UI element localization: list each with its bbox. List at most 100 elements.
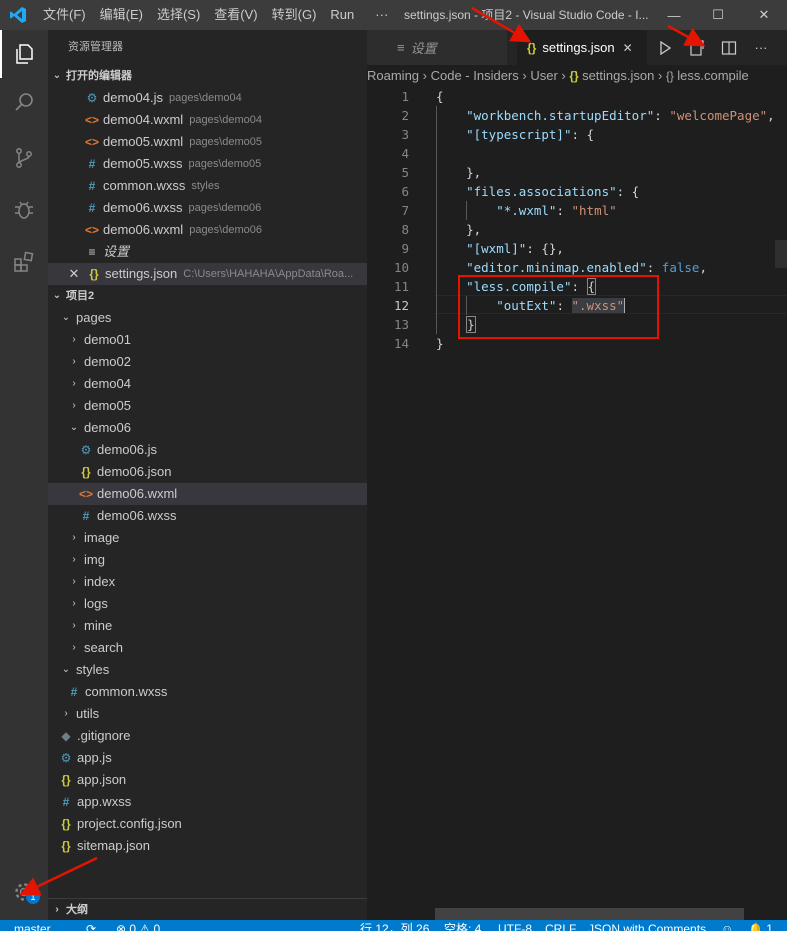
tree-folder[interactable]: › img [48, 549, 367, 571]
project-label: 项目2 [66, 290, 95, 302]
eol-status[interactable]: CRLF [545, 923, 576, 931]
breadcrumb-item[interactable]: less.compile [677, 68, 749, 83]
code-editor[interactable]: 1 2 3 4 5 6 7 8 9 10 11 12 13 14 { "workbench.startup… [367, 86, 787, 920]
tree-item-label: index [84, 574, 116, 589]
tree-file[interactable]: ⚙ app.js [48, 747, 367, 769]
open-settings-ui-icon[interactable] [681, 30, 713, 65]
tree-folder[interactable]: ⌄ pages [48, 307, 367, 329]
open-editors-header[interactable]: ⌄ 打开的编辑器 [48, 65, 367, 87]
open-editor-item[interactable]: <> demo06.wxml pages\demo06 [48, 219, 367, 241]
open-editor-item[interactable]: ≡ 设置 [48, 241, 367, 263]
tree-folder[interactable]: › index [48, 571, 367, 593]
tree-item-label: app.json [77, 772, 127, 787]
tree-folder[interactable]: › demo04 [48, 373, 367, 395]
tree-folder[interactable]: › logs [48, 593, 367, 615]
debug-icon[interactable] [0, 186, 48, 234]
menu-run[interactable]: Run [323, 0, 361, 30]
css-file-icon: # [62, 795, 70, 809]
sidebar-title: 资源管理器 [68, 41, 123, 53]
source-control-icon[interactable] [0, 134, 48, 182]
project-header[interactable]: ⌄ 项目2 [48, 285, 367, 307]
manage-gear-icon[interactable]: 1 [0, 868, 48, 916]
open-editor-item[interactable]: <> demo04.wxml pages\demo04 [48, 109, 367, 131]
breadcrumb-item[interactable]: Code - Insiders [431, 68, 519, 83]
close-tab-icon[interactable]: ✕ [623, 41, 633, 55]
tree-folder[interactable]: ⌄ styles [48, 659, 367, 681]
tree-folder[interactable]: › utils [48, 703, 367, 725]
tree-file[interactable]: # common.wxss [48, 681, 367, 703]
menu-file[interactable]: 文件(F) [36, 0, 93, 30]
tree-file[interactable]: {} sitemap.json [48, 835, 367, 857]
tree-file[interactable]: {} project.config.json [48, 813, 367, 835]
tree-file[interactable]: {} app.json [48, 769, 367, 791]
open-editor-item[interactable]: # common.wxss styles [48, 175, 367, 197]
menu-view[interactable]: 查看(V) [207, 0, 264, 30]
tab-settings-json[interactable]: {} settings.json ✕ [517, 30, 647, 65]
maximize-button[interactable]: ☐ [695, 0, 741, 30]
tree-item-label: common.wxss [85, 684, 168, 699]
tree-file[interactable]: {} demo06.json [48, 461, 367, 483]
indent-guide [466, 201, 467, 220]
indentation-status[interactable]: 空格: 4 [444, 923, 481, 931]
tree-item-label: demo06.wxss [97, 508, 177, 523]
breadcrumb-item[interactable]: User [530, 68, 557, 83]
activity-bar: 1 [0, 30, 48, 920]
window-title: settings.json - 项目2 - Visual Studio Code… [404, 8, 649, 22]
json-file-icon: {} [569, 69, 583, 83]
breadcrumb-item[interactable]: settings.json [582, 68, 654, 83]
split-editor-icon[interactable] [713, 30, 745, 65]
encoding-status[interactable]: UTF-8 [498, 923, 532, 931]
sync-icon[interactable]: ⟳ [86, 923, 96, 931]
menu-edit[interactable]: 编辑(E) [93, 0, 150, 30]
open-editor-item[interactable]: # demo06.wxss pages\demo06 [48, 197, 367, 219]
horizontal-scrollbar[interactable] [435, 908, 744, 920]
overview-ruler-mark [775, 240, 787, 268]
code-line: } [436, 336, 444, 351]
tree-item-label: mine [84, 618, 113, 633]
open-editor-path: pages\demo05 [189, 136, 262, 148]
chevron-right-icon: › [72, 642, 76, 653]
menu-go[interactable]: 转到(G) [265, 0, 324, 30]
tree-folder[interactable]: › demo05 [48, 395, 367, 417]
open-editor-item[interactable]: ⚙ demo04.js pages\demo04 [48, 87, 367, 109]
tree-file[interactable]: <> demo06.wxml [48, 483, 367, 505]
tree-file[interactable]: # app.wxss [48, 791, 367, 813]
breadcrumb-item[interactable]: Roaming [367, 68, 419, 83]
more-actions-icon[interactable]: ··· [745, 30, 777, 65]
json-file-icon: {} [61, 839, 71, 853]
tree-file[interactable]: # demo06.wxss [48, 505, 367, 527]
menu-selection[interactable]: 选择(S) [150, 0, 207, 30]
chevron-right-icon: › [72, 554, 76, 565]
open-editor-item[interactable]: ✕ {} settings.json C:\Users\HAHAHA\AppData\… [48, 263, 367, 285]
problems-status[interactable]: ⊗ 0 ⚠ 0 [116, 923, 160, 931]
branch-status[interactable]: master [14, 923, 51, 931]
language-status[interactable]: JSON with Comments [588, 923, 706, 931]
tree-folder[interactable]: › mine [48, 615, 367, 637]
outline-label: 大纲 [66, 903, 88, 916]
open-editor-item[interactable]: <> demo05.wxml pages\demo05 [48, 131, 367, 153]
tab-settings-ui[interactable]: ≡ 设置 [367, 30, 507, 65]
tree-item-label: app.js [77, 750, 112, 765]
tree-folder[interactable]: ⌄ demo06 [48, 417, 367, 439]
outline-header[interactable]: › 大纲 [48, 898, 367, 920]
tree-folder[interactable]: › demo02 [48, 351, 367, 373]
explorer-icon[interactable] [0, 30, 48, 78]
extensions-icon[interactable] [0, 238, 48, 286]
tree-file[interactable]: ⚙ demo06.js [48, 439, 367, 461]
close-window-button[interactable]: ✕ [741, 0, 787, 30]
chevron-right-icon: › [55, 903, 59, 915]
close-icon[interactable]: ✕ [66, 263, 82, 285]
minimize-button[interactable]: — [651, 0, 697, 30]
xml-file-icon: <> [84, 113, 99, 127]
feedback-icon[interactable]: ☺ [721, 923, 733, 931]
tree-folder[interactable]: › image [48, 527, 367, 549]
tree-folder[interactable]: › demo01 [48, 329, 367, 351]
cursor-position[interactable]: 行 12，列 26 [360, 923, 429, 931]
notifications-icon[interactable]: 🔔 1 [748, 923, 773, 931]
menu-more[interactable]: ··· [361, 0, 395, 30]
tree-folder[interactable]: › search [48, 637, 367, 659]
search-icon[interactable] [0, 78, 48, 126]
open-editor-item[interactable]: # demo05.wxss pages\demo05 [48, 153, 367, 175]
run-icon[interactable] [649, 30, 681, 65]
tree-file[interactable]: ◆ .gitignore [48, 725, 367, 747]
